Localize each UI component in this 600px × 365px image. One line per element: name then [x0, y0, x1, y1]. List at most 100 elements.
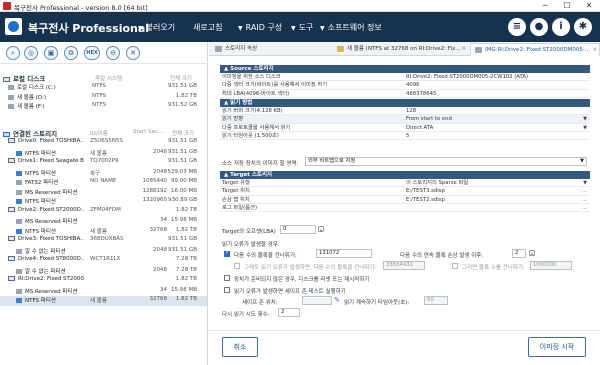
- storage-start: 32768: [149, 296, 168, 302]
- disk-fs: NTFS: [92, 83, 107, 89]
- prop-row[interactable]: 손상 맵 위치 E:/TEST2.sdisp…: [220, 196, 590, 204]
- partition-row[interactable]: MS Reserved 파티션 34 15.98 MB: [0, 217, 207, 227]
- prop-row[interactable]: 읽기 버퍼 크기(4,128 KB) 128: [220, 107, 590, 116]
- folder-icon: [337, 46, 344, 52]
- prop-row[interactable]: Target 유형 이 스토리지의 Sparse 파일 ▼: [220, 179, 590, 188]
- partition-row[interactable]: NTFS 파티션 새 볼륨 32768 1.82 TB: [0, 296, 207, 306]
- info-icon[interactable]: i: [552, 18, 570, 36]
- prop-row[interactable]: 다중 프로토콜을 사용해서 읽기 Direct ATA ▼: [220, 124, 590, 132]
- storage-size: 1.82 TB: [175, 276, 197, 282]
- storage-name: MS Reserved 파티션: [25, 288, 78, 295]
- storage-name: MS Reserved 파티션: [25, 189, 78, 196]
- prop-row: 이미징을 위한 소스 디스크 RI:Drive2: Fixed ST2000DM0…: [220, 73, 590, 82]
- retries-input[interactable]: 60: [424, 296, 448, 305]
- partition-row[interactable]: 알 수 없는 파티션 2048 931.51 GB: [0, 247, 207, 257]
- after-input[interactable]: 1000000: [530, 261, 572, 270]
- prop-value: 4096: [406, 82, 420, 89]
- local-disk-row[interactable]: 새 볼륨 (D:) NTFS 1.82 TB: [0, 93, 207, 103]
- prop-key: 읽기 버퍼 크기(4,128 KB): [222, 108, 283, 114]
- user-icon[interactable]: ●: [530, 18, 548, 36]
- local-disk-row[interactable]: 새 볼륨 (F:) NTFS 931.52 GB: [0, 102, 207, 112]
- partition-row[interactable]: 알 수 없는 파티션 2048 7.28 TB: [0, 267, 207, 277]
- storage-size: 931.51 GB: [167, 138, 197, 144]
- tab-label: 스토리지 속성: [225, 46, 258, 52]
- menu-raid[interactable]: ▼ RAID 구성: [238, 22, 282, 33]
- skip-blocks-input[interactable]: 131072: [316, 249, 372, 258]
- menu-tools[interactable]: ▼ 도구: [291, 22, 313, 33]
- more-icon[interactable]: …: [582, 204, 587, 212]
- partition-row[interactable]: NTFS 파티션 새 볼륨 32768 1.82 TB: [0, 227, 207, 237]
- partition-icon: [16, 228, 22, 234]
- skip-blocks-checkbox[interactable]: [224, 250, 230, 257]
- cancel-button[interactable]: 취소: [222, 337, 258, 357]
- chevron-down-icon[interactable]: ▼: [583, 115, 587, 123]
- safezone-location-input[interactable]: [302, 296, 332, 305]
- local-disk-row[interactable]: 로컬 디스크 (C:) NTFS 931.51 GB: [0, 83, 207, 93]
- drive-row[interactable]: Drive2: Fixed ST2000D... ZFM04FDM 1.82 TB: [0, 206, 207, 217]
- storage-name: Drive3: Fixed TOSHIBA...: [18, 236, 84, 242]
- minimize-button[interactable]: ─: [534, 0, 556, 12]
- storage-name: Drive0: Fixed TOSHIBA...: [18, 138, 84, 144]
- spin-icon[interactable]: ▴: [318, 226, 324, 232]
- delete-icon[interactable]: ⊖: [106, 46, 120, 60]
- save-icon[interactable]: ▣: [44, 46, 58, 60]
- partition-row[interactable]: FAT32 파티션 NO NAME 1085440 99.00 MB: [0, 178, 207, 188]
- partition-row[interactable]: NTFS 파티션 1320960 930.89 GB: [0, 197, 207, 207]
- offset-input[interactable]: 0: [280, 225, 316, 234]
- drive-icon: [8, 236, 15, 241]
- maximize-button[interactable]: ☐: [556, 0, 578, 12]
- partition-icon: [16, 150, 22, 156]
- storage-icon: [215, 46, 222, 52]
- copy-icon[interactable]: ⧉: [64, 46, 78, 60]
- spin-icon[interactable]: ▴: [529, 250, 535, 256]
- tab-storage-props[interactable]: 스토리지 속성: [211, 43, 331, 56]
- partition-row[interactable]: MS Reserved 파티션 1288192 16.00 MB: [0, 188, 207, 198]
- drive-row[interactable]: Drive0: Fixed TOSHIBA... Z5U6S5N5S 931.51 …: [0, 138, 207, 148]
- drive-row[interactable]: Drive4: Fixed ST8000D... WCT1R1LX 7.28 TB: [0, 256, 207, 266]
- close-tab-icon[interactable]: ✕: [592, 44, 597, 56]
- prop-row[interactable]: Target 위치 E:/TEST3.sdisp…: [220, 187, 590, 196]
- hex-icon[interactable]: HEX: [84, 46, 100, 60]
- prop-row[interactable]: 로그 파일(옵션)…: [220, 204, 590, 213]
- safezone-checkbox[interactable]: [224, 287, 230, 293]
- menu-about[interactable]: ▼ 소프트웨어 정보: [320, 22, 382, 33]
- repeat-input[interactable]: 2: [278, 308, 300, 317]
- drive-row[interactable]: RI:Drive2: Fixed ST2000... 1.82 TB: [0, 276, 207, 286]
- storage-size: 7.28 TB: [175, 266, 197, 273]
- save-area-select[interactable]: 외부 비트맵으로 지정 ▼: [305, 157, 587, 166]
- app-logo-icon: [5, 18, 22, 35]
- close-window-button[interactable]: ✕: [578, 0, 600, 12]
- col-id: ID/이름: [90, 131, 108, 137]
- consecutive-input[interactable]: 2: [512, 249, 526, 258]
- gear-icon[interactable]: ✱: [574, 18, 592, 36]
- menu-icon[interactable]: ≡: [508, 18, 526, 36]
- search-icon[interactable]: ⌕: [6, 46, 20, 60]
- start-imaging-button[interactable]: 이미징 시작: [528, 337, 586, 357]
- scan-icon[interactable]: ◎: [24, 46, 38, 60]
- partition-icon: [16, 248, 22, 254]
- partition-row[interactable]: MS Reserved 파티션 34 15.98 MB: [0, 287, 207, 297]
- fill-input[interactable]: 33554432: [383, 261, 425, 270]
- pencil-icon[interactable]: ✎: [334, 296, 340, 304]
- prop-row[interactable]: 읽기 타임아웃 (1,500초) 5: [220, 132, 590, 141]
- fill-checkbox[interactable]: [234, 263, 240, 269]
- drive-row[interactable]: Drive1: Fixed Seagate B... TQ7002P9 931.51…: [0, 158, 207, 168]
- more-icon[interactable]: …: [582, 187, 587, 195]
- chevron-down-icon[interactable]: ▼: [583, 124, 587, 132]
- partition-row[interactable]: NTFS 파티션 복구 2048 529.03 MB: [0, 169, 207, 179]
- tab-volume[interactable]: 새 볼륨 (NTFS at 32768 on RI:Drive2: Fix...…: [333, 43, 468, 56]
- partition-row[interactable]: NTFS 파티션 새 볼륨 2048 931.51 GB: [0, 149, 207, 159]
- drive-row[interactable]: Drive3: Fixed TOSHIBA... 368DUXBAS 931.51 …: [0, 236, 207, 246]
- tab-imaging[interactable]: IMG:RI:Drive2: Fixed ST2000DM005-... ✕: [470, 43, 600, 56]
- chevron-down-icon[interactable]: ▼: [583, 179, 587, 187]
- menu-refresh[interactable]: 새로고침: [193, 22, 222, 33]
- reset-checkbox[interactable]: [224, 275, 230, 281]
- partition-icon: [16, 219, 22, 224]
- more-icon[interactable]: …: [582, 196, 587, 204]
- close-tab-icon[interactable]: ✕: [461, 43, 466, 55]
- prop-row[interactable]: 읽기 방향 From start to end ▼: [220, 115, 590, 124]
- menu-load[interactable]: ▼ 불러오기: [138, 22, 175, 33]
- col-total: 전체 크기: [172, 131, 194, 137]
- after-checkbox[interactable]: [452, 263, 458, 269]
- close-icon[interactable]: ✕: [126, 46, 140, 60]
